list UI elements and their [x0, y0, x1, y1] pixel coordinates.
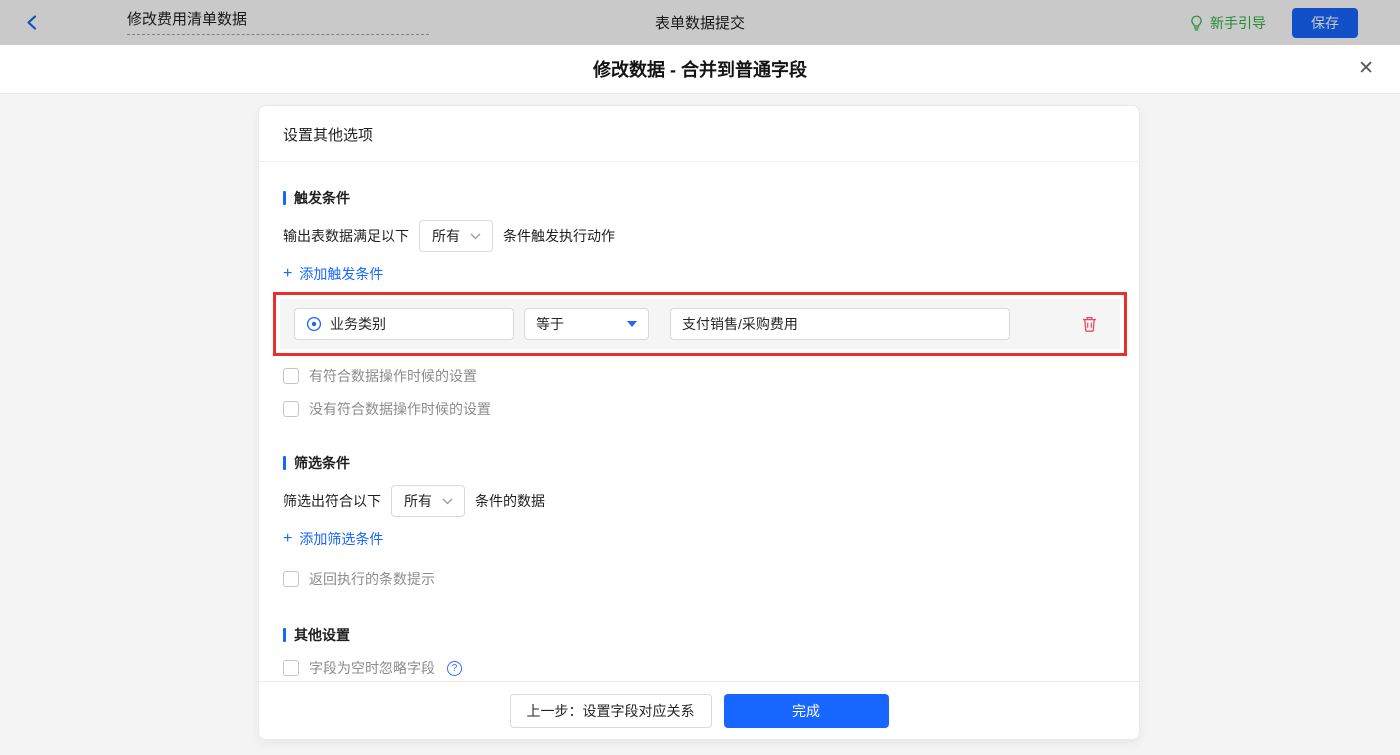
checkbox-row-ignore-empty[interactable]: 字段为空时忽略字段 ?: [283, 658, 1115, 678]
checkbox-row-has-match[interactable]: 有符合数据操作时候的设置: [283, 366, 1115, 386]
merge-settings-modal: 修改数据 - 合并到普通字段 ✕ 设置其他选项 触发条件 输出表数据满足以下 所…: [0, 45, 1400, 755]
section-accent-bar: [283, 456, 286, 470]
modal-header: 修改数据 - 合并到普通字段 ✕: [0, 45, 1400, 94]
section-accent-bar: [283, 191, 286, 205]
trigger-sentence-prefix: 输出表数据满足以下: [283, 228, 409, 244]
checkbox-icon[interactable]: [283, 660, 299, 676]
card-title: 设置其他选项: [259, 106, 1139, 162]
checkbox-icon[interactable]: [283, 571, 299, 587]
filter-sentence-prefix: 筛选出符合以下: [283, 493, 381, 509]
checkbox-icon[interactable]: [283, 368, 299, 384]
highlight-annotation: 业务类别 等于 支付销售/采购费用: [273, 292, 1127, 356]
section-accent-bar: [283, 628, 286, 642]
trigger-match-mode-select[interactable]: 所有: [419, 220, 493, 252]
filter-sentence-suffix: 条件的数据: [475, 493, 545, 509]
plus-icon: +: [283, 265, 293, 282]
chevron-down-icon: [470, 233, 481, 240]
trigger-sentence: 输出表数据满足以下 所有 条件触发执行动作: [283, 220, 1115, 252]
plus-icon: +: [283, 530, 293, 547]
prev-step-button[interactable]: 上一步：设置字段对应关系: [509, 693, 712, 728]
condition-value-input[interactable]: 支付销售/采购费用: [670, 308, 1010, 340]
checkbox-icon[interactable]: [283, 401, 299, 417]
section-filter-conditions: 筛选条件: [283, 453, 1115, 473]
done-button[interactable]: 完成: [723, 693, 889, 728]
trigger-sentence-suffix: 条件触发执行动作: [503, 228, 615, 244]
top-bar: 修改费用清单数据 表单数据提交 新手引导 保存: [0, 0, 1400, 45]
section-trigger-conditions: 触发条件: [283, 188, 1115, 208]
modal-title: 修改数据 - 合并到普通字段: [593, 60, 807, 80]
condition-field-select[interactable]: 业务类别: [294, 308, 514, 340]
options-card: 设置其他选项 触发条件 输出表数据满足以下 所有 条件触发执行动作 + 添加触发…: [258, 105, 1140, 740]
close-icon[interactable]: ✕: [1358, 55, 1374, 83]
filter-sentence: 筛选出符合以下 所有 条件的数据: [283, 485, 1115, 517]
checkbox-row-no-match[interactable]: 没有符合数据操作时候的设置: [283, 399, 1115, 419]
modal-body: 设置其他选项 触发条件 输出表数据满足以下 所有 条件触发执行动作 + 添加触发…: [0, 94, 1400, 755]
add-filter-condition-link[interactable]: + 添加筛选条件: [283, 529, 383, 549]
target-icon: [306, 316, 322, 332]
caret-down-icon: [627, 321, 637, 327]
filter-match-mode-select[interactable]: 所有: [391, 485, 465, 517]
condition-operator-select[interactable]: 等于: [524, 308, 649, 340]
condition-row: 业务类别 等于 支付销售/采购费用: [280, 299, 1120, 349]
help-icon[interactable]: ?: [447, 660, 462, 676]
section-other-settings: 其他设置: [283, 625, 1115, 645]
chevron-down-icon: [442, 498, 453, 505]
trash-icon[interactable]: [1081, 315, 1098, 333]
modal-dim-overlay: [0, 0, 1400, 45]
add-trigger-condition-link[interactable]: + 添加触发条件: [283, 264, 383, 284]
card-footer: 上一步：设置字段对应关系 完成: [259, 681, 1139, 739]
checkbox-row-count-tip[interactable]: 返回执行的条数提示: [283, 569, 1115, 589]
